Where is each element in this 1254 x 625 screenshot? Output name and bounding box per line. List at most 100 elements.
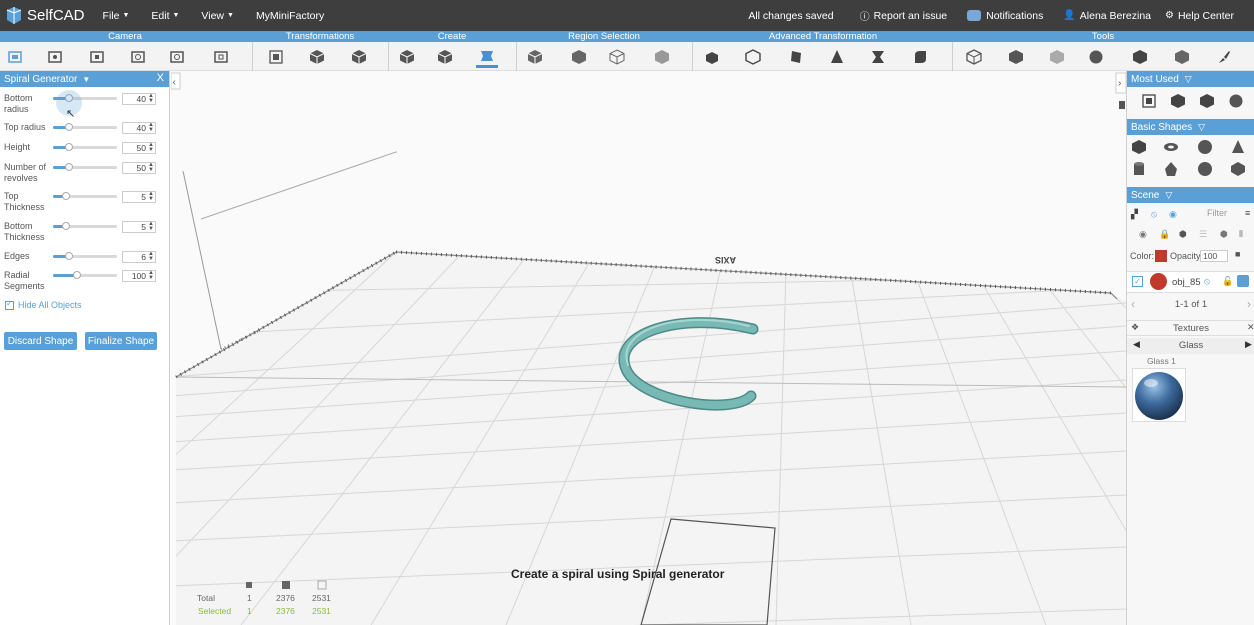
stepper-icon[interactable]: ▲ ▼	[148, 142, 154, 153]
region-tool-1[interactable]	[524, 46, 546, 68]
cube-icon[interactable]	[1199, 93, 1215, 109]
param-slider[interactable]	[53, 163, 117, 171]
tools-1[interactable]	[963, 46, 985, 68]
adv-tool-1[interactable]	[701, 46, 723, 68]
color-swatch[interactable]	[1155, 250, 1167, 262]
param-number-input[interactable]: 5 ▲ ▼	[122, 221, 156, 233]
slider-knob[interactable]	[61, 222, 70, 230]
close-icon[interactable]: ✕	[1247, 322, 1254, 333]
adv-tool-5[interactable]	[867, 46, 889, 68]
report-issue-link[interactable]: ⓘ Report an issue	[860, 8, 948, 24]
scene-canvas[interactable]: AXIS ‹ ›	[171, 71, 1126, 625]
transform-select-button[interactable]	[265, 46, 287, 68]
param-number-input[interactable]: 40 ▲ ▼	[122, 93, 156, 105]
tools-7[interactable]	[1213, 46, 1235, 68]
adv-tool-2[interactable]	[742, 46, 764, 68]
param-number-input[interactable]: 5 ▲ ▼	[122, 191, 156, 203]
slider-knob[interactable]	[61, 192, 70, 200]
chevron-down-icon[interactable]: ▼	[82, 75, 90, 84]
select-icon[interactable]	[1141, 93, 1157, 109]
eye-icon[interactable]: ◉	[1169, 209, 1177, 220]
param-slider[interactable]	[53, 123, 117, 131]
cube-icon[interactable]: ⬢	[1179, 229, 1187, 240]
slider-knob[interactable]	[65, 163, 73, 171]
scene-filter-input[interactable]: Filter	[1190, 208, 1244, 222]
cylinder-shape-icon[interactable]	[1131, 161, 1147, 177]
create-spiral-button[interactable]	[476, 46, 498, 68]
tools-2[interactable]	[1005, 46, 1027, 68]
category-advanced-transformation[interactable]: Advanced Transformation	[694, 31, 952, 42]
adv-tool-6[interactable]	[909, 46, 931, 68]
sphere-shape-icon[interactable]	[1197, 139, 1213, 155]
region-tool-3[interactable]	[606, 46, 628, 68]
stepper-icon[interactable]: ▲ ▼	[148, 93, 154, 104]
param-slider[interactable]	[53, 192, 117, 200]
adv-tool-4[interactable]	[826, 46, 848, 68]
scene-object-row[interactable]: ✓ obj_85 ⦸ 🔓	[1127, 271, 1254, 293]
camera-tool-3[interactable]	[86, 46, 108, 68]
tools-4[interactable]	[1085, 46, 1107, 68]
columns-icon[interactable]: ⦀	[1239, 229, 1243, 240]
chevron-right-icon[interactable]: ▶	[1245, 339, 1252, 350]
camera-tool-2[interactable]	[44, 46, 66, 68]
help-center-link[interactable]: ⚙ Help Center	[1165, 10, 1234, 22]
slider-knob[interactable]	[73, 271, 82, 279]
stack-icon[interactable]: ☰	[1199, 229, 1207, 240]
info-icon[interactable]	[1237, 275, 1249, 287]
camera-tool-4[interactable]	[127, 46, 149, 68]
transform-scale-button[interactable]	[348, 46, 370, 68]
menu-view[interactable]: View ▼	[201, 10, 234, 22]
torus-shape-icon[interactable]	[1163, 139, 1179, 155]
tools-3[interactable]	[1046, 46, 1068, 68]
object-checkbox[interactable]: ✓	[1132, 276, 1143, 287]
finalize-shape-button[interactable]: Finalize Shape	[85, 332, 157, 350]
material-thumbnail[interactable]	[1132, 368, 1186, 422]
stepper-icon[interactable]: ▲ ▼	[148, 270, 154, 281]
category-camera[interactable]: Camera	[0, 31, 250, 42]
lock-icon[interactable]: 🔒	[1159, 229, 1170, 240]
shape-icon[interactable]	[1163, 161, 1179, 177]
category-tools[interactable]: Tools	[952, 31, 1254, 42]
lock-object-icon[interactable]: 🔓	[1222, 276, 1233, 287]
notifications-link[interactable]: Notifications	[967, 10, 1043, 22]
tools-5[interactable]	[1129, 46, 1151, 68]
cube-icon[interactable]: ⬢	[1220, 229, 1228, 240]
visibility-icon[interactable]: ◉	[1139, 229, 1147, 240]
tools-6[interactable]	[1171, 46, 1193, 68]
param-slider[interactable]	[53, 271, 117, 279]
stepper-icon[interactable]: ▲ ▼	[148, 122, 154, 133]
camera-tool-6[interactable]	[210, 46, 232, 68]
opacity-input[interactable]: 100	[1200, 250, 1228, 262]
category-create[interactable]: Create	[390, 31, 514, 42]
param-number-input[interactable]: 100 ▲ ▼	[122, 270, 156, 282]
param-slider[interactable]	[53, 222, 117, 230]
chevron-right-icon[interactable]: ›	[1247, 297, 1251, 311]
sphere-shape-icon[interactable]	[1197, 161, 1213, 177]
cube-icon[interactable]	[1170, 93, 1186, 109]
hide-icon[interactable]: ⦸	[1151, 209, 1157, 220]
material-selector[interactable]: ◀ Glass ▶	[1127, 338, 1254, 354]
hide-all-objects-checkbox[interactable]: Hide All Objects	[5, 299, 82, 310]
shape-icon[interactable]	[1230, 161, 1246, 177]
param-number-input[interactable]: 50 ▲ ▼	[122, 142, 156, 154]
3d-viewport[interactable]: AXIS ‹ › Create a spiral using Spiral ge…	[171, 71, 1126, 625]
slider-knob[interactable]	[65, 143, 73, 151]
stepper-icon[interactable]: ▲ ▼	[148, 221, 154, 232]
sort-icon[interactable]: ≡	[1245, 208, 1250, 218]
stepper-icon[interactable]: ▲ ▼	[148, 162, 154, 173]
param-number-input[interactable]: 50 ▲ ▼	[122, 162, 156, 174]
param-number-input[interactable]: 6 ▲ ▼	[122, 251, 156, 263]
cone-shape-icon[interactable]	[1230, 139, 1246, 155]
param-number-input[interactable]: 40 ▲ ▼	[122, 122, 156, 134]
slider-knob[interactable]	[65, 123, 73, 131]
region-tool-2[interactable]	[568, 46, 590, 68]
create-tool-1[interactable]	[396, 46, 418, 68]
adv-tool-3[interactable]	[785, 46, 807, 68]
stepper-icon[interactable]: ▲ ▼	[148, 251, 154, 262]
slider-knob[interactable]	[65, 252, 73, 260]
stepper-icon[interactable]: ▲ ▼	[148, 191, 154, 202]
scroll-handle[interactable]	[1119, 101, 1125, 109]
create-tool-2[interactable]	[434, 46, 456, 68]
group-icon[interactable]: ▞	[1131, 209, 1138, 220]
close-panel-button[interactable]: X	[157, 72, 164, 84]
